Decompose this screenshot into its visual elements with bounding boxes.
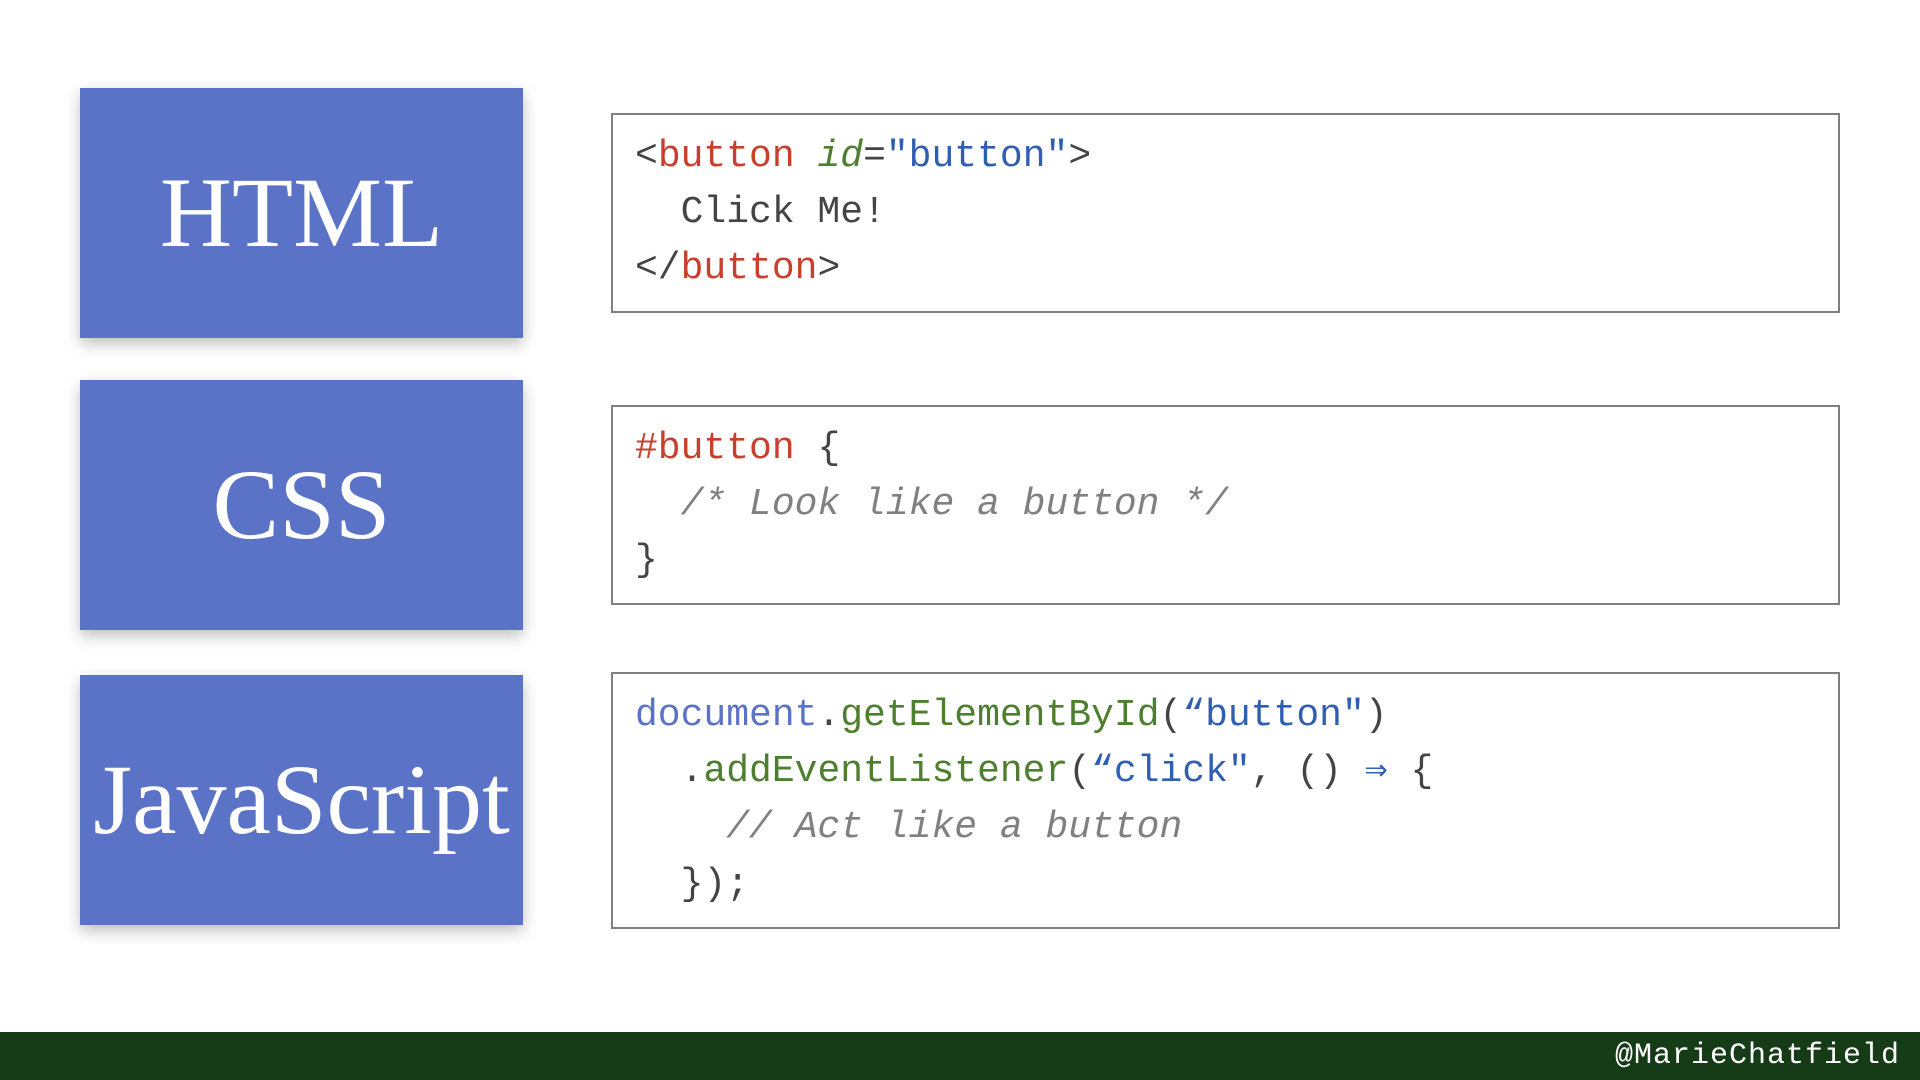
js-arg-button: “button" bbox=[1182, 694, 1364, 737]
dot: . bbox=[817, 694, 840, 737]
space bbox=[1342, 750, 1365, 793]
js-document: document bbox=[635, 694, 817, 737]
js-comment: // Act like a button bbox=[635, 806, 1182, 849]
code-box-css: #button { /* Look like a button */ } bbox=[611, 405, 1840, 606]
paren-open: ( bbox=[1160, 694, 1183, 737]
angle-close: > bbox=[1068, 135, 1091, 178]
attr-value: "button" bbox=[886, 135, 1068, 178]
js-tail: }); bbox=[635, 863, 749, 906]
space bbox=[795, 427, 818, 470]
comma: , bbox=[1251, 750, 1297, 793]
js-addeventlistener: addEventListener bbox=[703, 750, 1068, 793]
indent bbox=[635, 750, 681, 793]
brace-open: { bbox=[1410, 750, 1433, 793]
tag-button-open: button bbox=[658, 135, 795, 178]
angle-open: < bbox=[635, 135, 658, 178]
label-card-html: HTML bbox=[80, 88, 523, 338]
js-getelementbyid: getElementById bbox=[840, 694, 1159, 737]
label-javascript: JavaScript bbox=[93, 750, 510, 850]
css-comment: /* Look like a button */ bbox=[635, 483, 1228, 526]
label-card-javascript: JavaScript bbox=[80, 675, 523, 925]
footer-handle: @MarieChatfield bbox=[1615, 1039, 1900, 1073]
content-area: HTML <button id="button"> Click Me! </bu… bbox=[80, 88, 1840, 929]
label-html: HTML bbox=[160, 163, 443, 263]
space bbox=[1388, 750, 1411, 793]
row-html: HTML <button id="button"> Click Me! </bu… bbox=[80, 88, 1840, 338]
row-javascript: JavaScript document.getElementById(“butt… bbox=[80, 672, 1840, 929]
angle-open-close: </ bbox=[635, 247, 681, 290]
code-box-javascript: document.getElementById(“button") .addEv… bbox=[611, 672, 1840, 929]
brace-close: } bbox=[635, 539, 658, 582]
arrow-params: () bbox=[1296, 750, 1342, 793]
brace-open: { bbox=[817, 427, 840, 470]
footer-bar: @MarieChatfield bbox=[0, 1032, 1920, 1080]
tag-button-close: button bbox=[681, 247, 818, 290]
code-box-html: <button id="button"> Click Me! </button> bbox=[611, 113, 1840, 314]
row-css: CSS #button { /* Look like a button */ } bbox=[80, 380, 1840, 630]
label-card-css: CSS bbox=[80, 380, 523, 630]
angle-close-2: > bbox=[817, 247, 840, 290]
dot: . bbox=[681, 750, 704, 793]
paren-open-2: ( bbox=[1068, 750, 1091, 793]
equals: = bbox=[863, 135, 886, 178]
html-body-text: Click Me! bbox=[635, 191, 886, 234]
css-selector: #button bbox=[635, 427, 795, 470]
attr-id: id bbox=[817, 135, 863, 178]
label-css: CSS bbox=[213, 455, 391, 555]
arrow-icon: ⇒ bbox=[1365, 750, 1388, 793]
js-arg-click: “click" bbox=[1091, 750, 1251, 793]
slide: HTML <button id="button"> Click Me! </bu… bbox=[0, 0, 1920, 1080]
paren-close: ) bbox=[1365, 694, 1388, 737]
space bbox=[795, 135, 818, 178]
